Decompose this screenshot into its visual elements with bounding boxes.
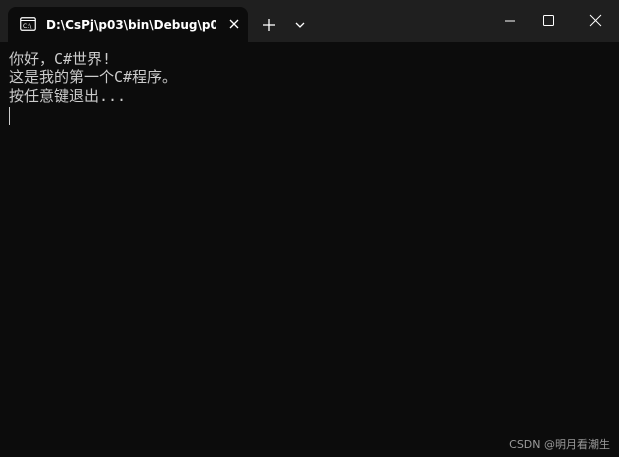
console-output[interactable]: 你好，C#世界! 这是我的第一个C#程序。 按任意键退出... CSDN @明月…	[0, 42, 619, 457]
tab-title: D:\CsPj\p03\bin\Debug\p03.exe	[46, 18, 216, 32]
chevron-down-icon[interactable]	[290, 14, 310, 36]
plus-icon[interactable]	[258, 14, 280, 36]
text-cursor	[9, 107, 10, 125]
watermark: CSDN @明月看潮生	[509, 438, 610, 451]
close-icon[interactable]	[576, 6, 616, 36]
maximize-icon[interactable]	[528, 6, 568, 36]
console-line: 按任意键退出...	[9, 87, 127, 105]
tab-close-icon[interactable]	[226, 16, 242, 32]
tab-console[interactable]: C:\ D:\CsPj\p03\bin\Debug\p03.exe	[8, 7, 248, 42]
terminal-window: C:\ D:\CsPj\p03\bin\Debug\p03.exe	[0, 0, 619, 457]
minimize-icon[interactable]	[490, 6, 530, 36]
svg-text:C:\: C:\	[23, 23, 32, 30]
console-app-icon: C:\	[20, 17, 36, 31]
title-bar[interactable]: C:\ D:\CsPj\p03\bin\Debug\p03.exe	[0, 0, 619, 42]
